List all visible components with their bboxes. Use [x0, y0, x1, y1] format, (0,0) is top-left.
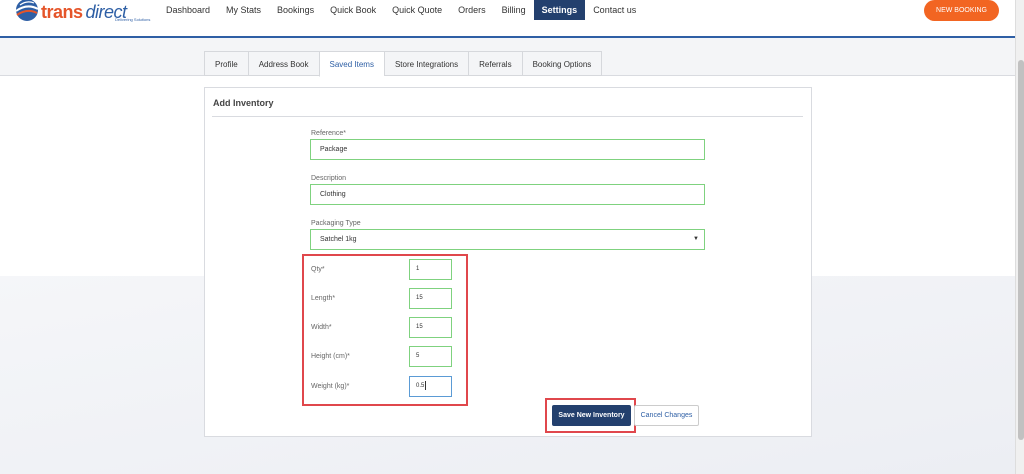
nav-bookings[interactable]: Bookings: [269, 0, 322, 20]
packaging-type-value: Satchel 1kg: [320, 236, 357, 243]
tab-profile[interactable]: Profile: [204, 51, 248, 76]
nav-settings[interactable]: Settings: [533, 0, 586, 20]
new-booking-button[interactable]: NEW BOOKING: [924, 0, 999, 21]
reference-input[interactable]: Package: [310, 139, 705, 160]
tab-saved-items[interactable]: Saved Items: [318, 51, 384, 77]
qty-label: Qty*: [311, 266, 325, 273]
nav-quick-quote[interactable]: Quick Quote: [384, 0, 450, 20]
tab-booking-options[interactable]: Booking Options: [521, 51, 603, 76]
tab-store-integrations[interactable]: Store Integrations: [383, 51, 469, 76]
weight-label: Weight (kg)*: [311, 383, 350, 390]
save-new-inventory-button[interactable]: Save New Inventory: [552, 405, 631, 426]
width-label: Width*: [311, 324, 332, 331]
globe-icon: [15, 0, 39, 21]
description-input[interactable]: Clothing: [310, 184, 705, 205]
tab-referrals[interactable]: Referrals: [468, 51, 522, 76]
weight-input[interactable]: 0.5: [409, 376, 452, 397]
top-header: trans direct Delivering Solutions Dashbo…: [0, 0, 1015, 38]
length-input[interactable]: 15: [409, 288, 452, 309]
width-input[interactable]: 15: [409, 317, 452, 338]
card-title: Add Inventory: [213, 98, 274, 108]
packaging-type-label: Packaging Type: [311, 220, 361, 227]
nav-orders[interactable]: Orders: [450, 0, 494, 20]
cancel-changes-button[interactable]: Cancel Changes: [634, 405, 699, 426]
brand-tagline: Delivering Solutions: [115, 17, 151, 22]
qty-input[interactable]: 1: [409, 259, 452, 280]
brand-logo[interactable]: trans direct Delivering Solutions: [14, 0, 150, 24]
text-caret: [425, 380, 427, 390]
nav-my-stats[interactable]: My Stats: [218, 0, 269, 20]
nav-quick-book[interactable]: Quick Book: [322, 0, 384, 20]
reference-label: Reference*: [311, 130, 347, 137]
height-label: Height (cm)*: [311, 353, 350, 360]
nav-billing[interactable]: Billing: [494, 0, 534, 20]
brand-name-trans: trans: [41, 1, 83, 22]
weight-value: 0.5: [416, 383, 425, 389]
tab-address-book[interactable]: Address Book: [247, 51, 319, 76]
divider: [212, 116, 803, 117]
settings-tabs: Profile Address Book Saved Items Store I…: [204, 51, 603, 77]
height-input[interactable]: 5: [409, 346, 452, 367]
description-label: Description: [311, 175, 347, 182]
packaging-type-select[interactable]: Satchel 1kg ▼: [310, 229, 705, 250]
main-nav: Dashboard My Stats Bookings Quick Book Q…: [158, 0, 644, 20]
chevron-down-icon: ▼: [693, 236, 699, 242]
page-scrollbar[interactable]: [1015, 0, 1024, 474]
nav-dashboard[interactable]: Dashboard: [158, 0, 218, 20]
length-label: Length*: [311, 295, 336, 302]
nav-contact-us[interactable]: Contact us: [585, 0, 644, 20]
scrollbar-thumb[interactable]: [1018, 60, 1024, 440]
